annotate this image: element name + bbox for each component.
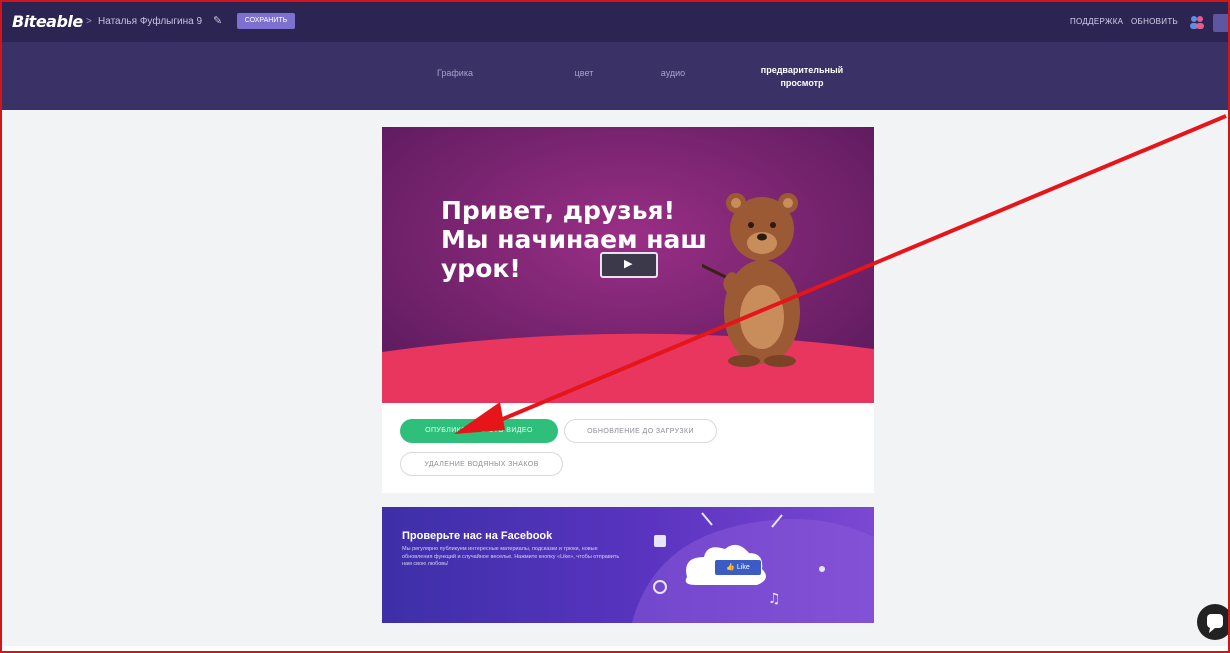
play-button[interactable]: ▶ bbox=[600, 252, 658, 278]
upgrade-to-download-button[interactable]: ОБНОВЛЕНИЕ ДО ЗАГРУЗКИ bbox=[564, 419, 717, 443]
tab-preview[interactable]: предварительный просмотр bbox=[737, 64, 867, 90]
bottom-strip bbox=[2, 646, 1228, 651]
save-button[interactable]: СОХРАНИТЬ bbox=[237, 13, 295, 29]
pencil-icon[interactable]: ✎ bbox=[213, 14, 222, 27]
chat-bubble-icon bbox=[1207, 614, 1223, 633]
support-link[interactable]: ПОДДЕРЖКА bbox=[1070, 17, 1123, 26]
chat-icon[interactable] bbox=[1197, 604, 1228, 640]
svg-text:♫: ♫ bbox=[768, 591, 781, 607]
browser-frame: Biteable > Наталья Фуфлыгина 9 ✎ СОХРАНИ… bbox=[0, 0, 1230, 653]
like-label: Like bbox=[736, 564, 750, 571]
remove-watermark-button[interactable]: УДАЛЕНИЕ ВОДЯНЫХ ЗНАКОВ bbox=[400, 452, 563, 476]
publish-video-button[interactable]: ОПУБЛИКОВАТЬ ЭТО ВИДЕО bbox=[400, 419, 558, 443]
tab-graphics[interactable]: Графика bbox=[430, 68, 480, 78]
facebook-banner-title: Проверьте нас на Facebook bbox=[402, 530, 553, 542]
video-card: Привет, друзья! Мы начинаем наш урок! ▶ bbox=[382, 127, 874, 493]
facebook-banner-description: Мы регулярно публикуем интересные матери… bbox=[402, 546, 620, 567]
tab-audio[interactable]: аудио bbox=[648, 68, 698, 78]
biteable-logo[interactable]: Biteable bbox=[12, 12, 83, 31]
avatar[interactable] bbox=[1213, 14, 1228, 32]
video-preview[interactable]: Привет, друзья! Мы начинаем наш урок! ▶ bbox=[382, 127, 874, 403]
tab-color[interactable]: цвет bbox=[564, 68, 604, 78]
users-icon[interactable] bbox=[1188, 14, 1206, 30]
facebook-banner[interactable]: Проверьте нас на Facebook Мы регулярно п… bbox=[382, 507, 874, 623]
video-headline: Привет, друзья! Мы начинаем наш урок! bbox=[441, 196, 707, 283]
play-icon: ▶ bbox=[624, 258, 633, 270]
project-name[interactable]: Наталья Фуфлыгина 9 bbox=[98, 16, 202, 27]
thumbs-up-icon: 👍 bbox=[726, 564, 735, 571]
bear-illustration bbox=[702, 193, 800, 367]
top-bar: Biteable > Наталья Фуфлыгина 9 ✎ СОХРАНИ… bbox=[2, 2, 1228, 42]
breadcrumb-separator: > bbox=[86, 16, 92, 27]
upgrade-link[interactable]: ОБНОВИТЬ bbox=[1131, 17, 1178, 26]
tab-bar: Графика цвет аудио предварительный просм… bbox=[2, 42, 1228, 110]
facebook-like-button[interactable]: 👍 Like bbox=[715, 560, 761, 575]
